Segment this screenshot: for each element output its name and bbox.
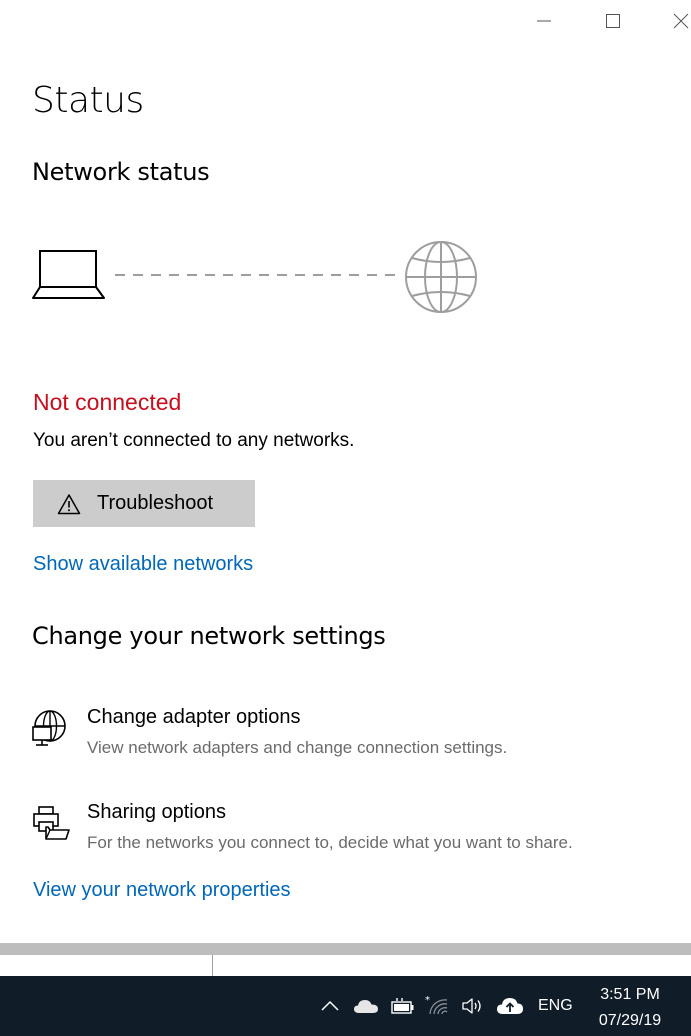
wifi-icon[interactable]: * <box>424 994 450 1018</box>
network-adapter-icon <box>32 710 66 746</box>
upload-icon[interactable] <box>496 994 524 1018</box>
sharing-options-title: Sharing options <box>87 801 226 823</box>
close-icon <box>673 13 689 29</box>
clock[interactable]: 3:51 PM 07/29/19 <box>586 982 674 1034</box>
maximize-button[interactable] <box>590 0 636 42</box>
chevron-up-icon[interactable] <box>318 994 342 1018</box>
onedrive-icon[interactable] <box>352 994 380 1018</box>
background-panel-right <box>212 955 691 976</box>
change-adapter-options[interactable]: Change adapter options View network adap… <box>30 704 670 774</box>
troubleshoot-button[interactable]: Troubleshoot <box>33 480 255 527</box>
battery-icon[interactable] <box>389 994 415 1018</box>
minimize-icon <box>537 20 551 22</box>
change-adapter-options-title: Change adapter options <box>87 706 301 728</box>
maximize-icon <box>606 14 620 28</box>
network-status-heading: Network status <box>32 158 210 186</box>
input-language[interactable]: ENG <box>538 997 573 1015</box>
title-bar <box>0 0 691 42</box>
network-diagram <box>32 241 477 313</box>
connection-description: You aren’t connected to any networks. <box>33 430 355 451</box>
change-adapter-options-description: View network adapters and change connect… <box>87 738 508 757</box>
page-title: Status <box>32 80 144 121</box>
globe-icon <box>405 241 477 313</box>
laptop-icon <box>32 250 105 299</box>
connection-status: Not connected <box>33 389 182 415</box>
minimize-button[interactable] <box>521 0 567 42</box>
warning-icon <box>57 491 83 517</box>
change-settings-heading: Change your network settings <box>32 622 386 650</box>
sharing-options[interactable]: Sharing options For the networks you con… <box>30 799 670 869</box>
sharing-options-description: For the networks you connect to, decide … <box>87 833 573 852</box>
close-button[interactable] <box>658 0 691 42</box>
window-divider <box>0 943 691 955</box>
sharing-icon <box>33 806 70 840</box>
volume-icon[interactable] <box>460 994 486 1018</box>
taskbar: * ENG 3:51 PM 07/29/19 <box>0 976 691 1036</box>
troubleshoot-label: Troubleshoot <box>97 492 213 514</box>
show-available-networks-link[interactable]: Show available networks <box>33 553 253 576</box>
background-panel-left <box>0 955 212 976</box>
window-bottom-edge <box>0 943 691 976</box>
svg-text:*: * <box>425 995 430 1006</box>
clock-date: 07/29/19 <box>598 1012 662 1029</box>
view-network-properties-link[interactable]: View your network properties <box>33 879 291 902</box>
clock-time: 3:51 PM <box>600 986 660 1003</box>
